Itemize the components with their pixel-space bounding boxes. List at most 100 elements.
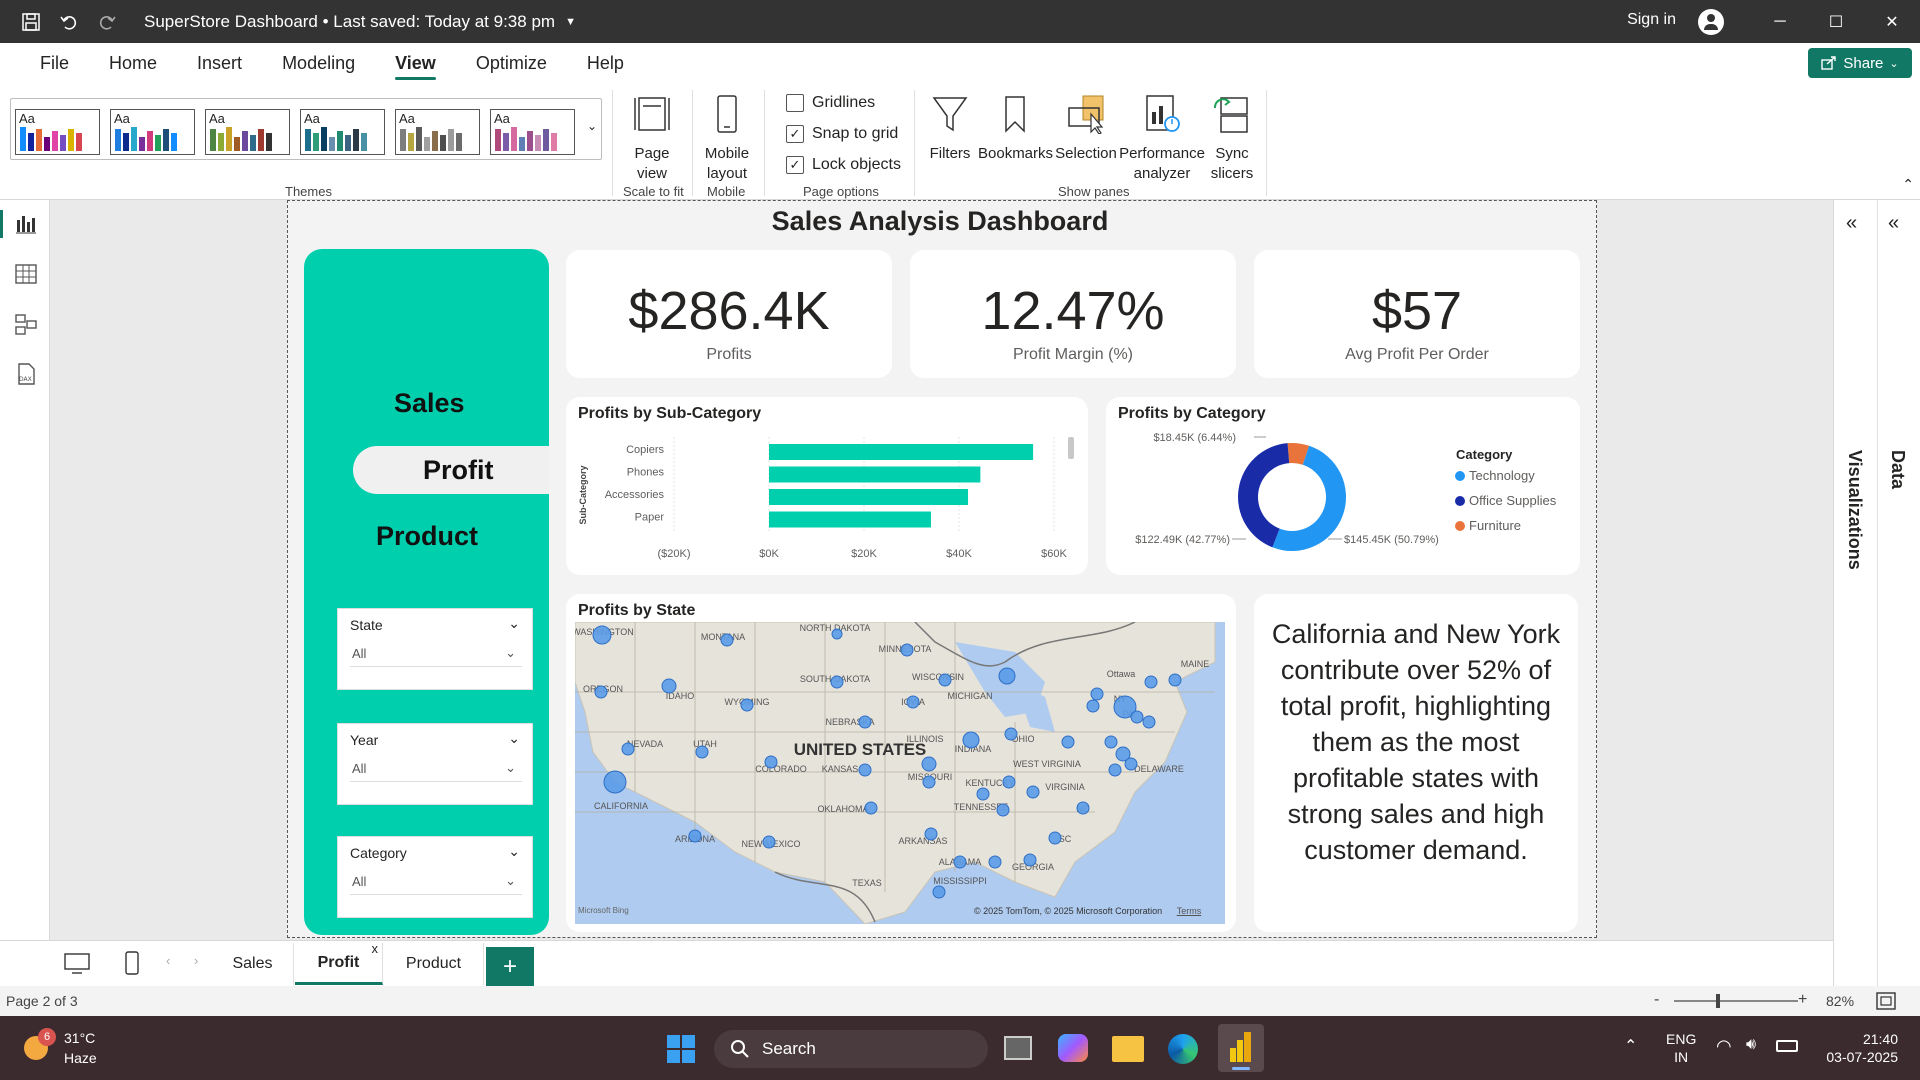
map-state-label: MICHIGAN (948, 691, 993, 701)
mobile-layout-icon[interactable] (124, 951, 140, 975)
copilot-icon[interactable] (1058, 1034, 1088, 1062)
menu-help[interactable]: Help (567, 43, 644, 84)
category-slicer-dropdown[interactable]: All ⌄ (350, 869, 522, 895)
menu-file[interactable]: File (20, 43, 89, 84)
fit-to-page-icon[interactable] (1876, 992, 1896, 1010)
page-tab-sales[interactable]: Sales (212, 943, 294, 985)
chevron-down-icon[interactable]: ⌄ (508, 615, 520, 632)
legend-title: Category (1456, 447, 1513, 462)
mobile-layout-button[interactable]: Mobile layout (698, 94, 756, 184)
bar (769, 511, 931, 528)
theme-thumb-1[interactable]: Aa (15, 109, 100, 155)
visualizations-pane-tab[interactable]: Visualizations (1844, 450, 1865, 570)
theme-thumb-3[interactable]: Aa (205, 109, 290, 155)
share-button[interactable]: Share ⌄ (1808, 48, 1912, 78)
menu-view[interactable]: View (375, 43, 456, 84)
nav-sales-button[interactable]: Sales (394, 388, 465, 419)
menu-home[interactable]: Home (89, 43, 177, 84)
menu-insert[interactable]: Insert (177, 43, 262, 84)
nav-profit-button[interactable]: Profit (423, 455, 494, 486)
map-terms-link[interactable]: Terms (1177, 906, 1202, 916)
clock[interactable]: 21:40 03-07-2025 (1812, 1030, 1898, 1066)
table-view-icon[interactable] (14, 262, 38, 286)
search-icon (731, 1040, 749, 1058)
redo-icon[interactable] (92, 7, 122, 37)
theme-thumb-2[interactable]: Aa (110, 109, 195, 155)
kpi-card-profit-margin[interactable]: 12.47% Profit Margin (%) (910, 250, 1236, 378)
filters-button[interactable]: Filters (928, 94, 972, 164)
map-state-bubble (762, 835, 776, 849)
report-view-icon[interactable] (14, 212, 38, 236)
menu-modeling[interactable]: Modeling (262, 43, 375, 84)
lock-objects-checkbox[interactable]: ✓ Lock objects (786, 156, 901, 174)
sync-slicers-button[interactable]: Sync slicers (1208, 94, 1256, 184)
gridlines-label: Gridlines (812, 94, 876, 111)
gridlines-checkbox[interactable]: Gridlines (786, 94, 875, 112)
theme-thumb-6[interactable]: Aa (490, 109, 575, 155)
map-state-bubble (621, 742, 635, 756)
sub-category-chart-card[interactable]: Profits by Sub-Category Sub-Category ($20… (566, 397, 1088, 575)
nav-product-button[interactable]: Product (376, 521, 478, 552)
year-slicer-dropdown[interactable]: All ⌄ (350, 756, 522, 782)
zoom-level[interactable]: 82% (1826, 993, 1854, 1009)
zoom-slider-thumb[interactable] (1716, 994, 1720, 1008)
kpi-card-avg-profit[interactable]: $57 Avg Profit Per Order (1254, 250, 1580, 378)
sign-in-link[interactable]: Sign in (1627, 11, 1676, 29)
language-indicator[interactable]: ENG IN (1666, 1030, 1696, 1066)
prev-page-icon[interactable]: ‹ (166, 953, 170, 968)
weather-widget[interactable]: 6 31°C Haze (18, 1026, 108, 1070)
map-state-label: OKLAHOMA (817, 804, 868, 814)
maximize-button[interactable]: ☐ (1808, 0, 1864, 43)
theme-thumb-5[interactable]: Aa (395, 109, 480, 155)
task-view-icon[interactable] (1004, 1036, 1032, 1060)
menu-optimize[interactable]: Optimize (456, 43, 567, 84)
minimize-button[interactable]: ─ (1752, 0, 1808, 43)
kpi-card-profits[interactable]: $286.4K Profits (566, 250, 892, 378)
page-view-button[interactable]: Page view (624, 94, 680, 184)
selection-button[interactable]: Selection (1054, 94, 1118, 164)
state-slicer-dropdown[interactable]: All ⌄ (350, 641, 522, 667)
clock-time: 21:40 (1862, 1031, 1898, 1047)
zoom-slider[interactable] (1674, 994, 1798, 1008)
page-tab-product[interactable]: Product (384, 943, 484, 985)
add-page-button[interactable]: + (486, 947, 534, 987)
chevron-down-icon[interactable]: ⌄ (508, 730, 520, 747)
title-dropdown-icon[interactable]: ▼ (565, 16, 576, 28)
collapse-ribbon-icon[interactable]: ⌃ (1902, 176, 1914, 193)
next-page-icon[interactable]: › (194, 953, 198, 968)
user-avatar-icon[interactable] (1698, 9, 1724, 35)
undo-icon[interactable] (54, 7, 84, 37)
bookmarks-button[interactable]: Bookmarks (978, 94, 1053, 164)
map-state-bubble (594, 685, 608, 699)
dax-query-view-icon[interactable]: DAX (14, 362, 38, 386)
document-title[interactable]: SuperStore Dashboard • Last saved: Today… (144, 12, 555, 32)
file-explorer-icon[interactable] (1112, 1036, 1144, 1062)
page-tab-profit[interactable]: Profit x (295, 941, 383, 985)
performance-analyzer-button[interactable]: Performance analyzer (1118, 94, 1206, 184)
zoom-in-button[interactable]: + (1798, 991, 1807, 1009)
show-hidden-icons[interactable]: ⌃ (1624, 1036, 1637, 1056)
windows-start-icon[interactable] (666, 1034, 696, 1064)
profits-by-state-map-card[interactable]: Profits by State WASHINGTONMONTANANORTH … (566, 594, 1236, 932)
zoom-out-button[interactable]: - (1654, 991, 1659, 1009)
wifi-icon[interactable]: ◠ (1716, 1036, 1732, 1057)
chevron-down-icon[interactable]: ⌄ (508, 843, 520, 860)
close-tab-icon[interactable]: x (372, 941, 379, 956)
close-button[interactable]: ✕ (1864, 0, 1920, 43)
save-icon[interactable] (16, 7, 46, 37)
expand-data-icon[interactable]: « (1888, 212, 1899, 235)
edge-browser-icon[interactable] (1168, 1034, 1198, 1064)
battery-icon[interactable] (1776, 1040, 1798, 1052)
snap-to-grid-checkbox[interactable]: ✓ Snap to grid (786, 125, 898, 143)
category-chart-card[interactable]: Profits by Category $18.45K (6.44%) $145.… (1106, 397, 1580, 575)
expand-visualizations-icon[interactable]: « (1846, 212, 1857, 235)
desktop-layout-icon[interactable] (64, 953, 90, 975)
data-pane-tab[interactable]: Data (1887, 450, 1908, 489)
theme-thumb-4[interactable]: Aa (300, 109, 385, 155)
themes-expand-icon[interactable]: ⌄ (587, 119, 597, 133)
us-map[interactable]: WASHINGTONMONTANANORTH DAKOTAMINNESOTAOR… (575, 622, 1225, 924)
volume-icon[interactable]: 🔊︎ (1746, 1036, 1756, 1054)
model-view-icon[interactable] (14, 312, 38, 336)
taskbar-search-box[interactable]: Search (714, 1030, 988, 1068)
power-bi-taskbar-icon[interactable] (1218, 1024, 1264, 1072)
